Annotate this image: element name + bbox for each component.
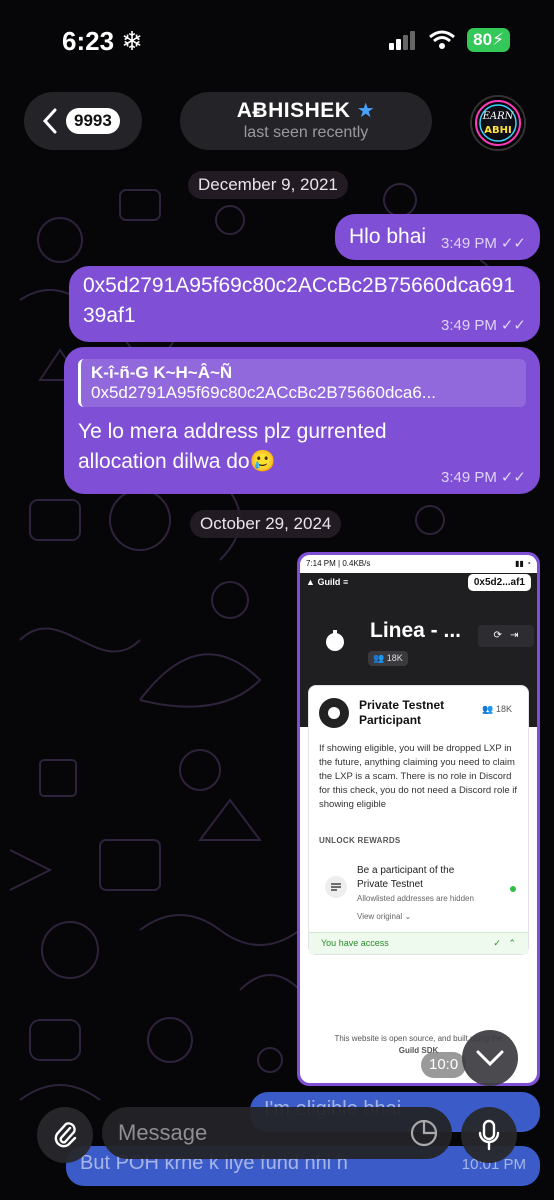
message-input-container bbox=[102, 1107, 452, 1159]
message-meta: 3:49 PM ✓✓ bbox=[440, 468, 526, 487]
double-check-icon: ✓✓ bbox=[500, 317, 526, 334]
guild-actions: ⟳ ⇥ bbox=[478, 625, 534, 647]
microphone-icon bbox=[478, 1119, 500, 1151]
chat-title[interactable]: AɃHISHEK ★ last seen recently bbox=[180, 92, 432, 150]
role-card: Private Testnet Participant 👥 18K If sho… bbox=[308, 685, 529, 955]
svg-text:ABHI: ABHI bbox=[484, 125, 511, 136]
reply-text: 0x5d2791A95f69c80c2ACcBc2B75660dca6... bbox=[91, 383, 436, 402]
contact-status: last seen recently bbox=[243, 124, 369, 141]
sticker-icon[interactable] bbox=[410, 1119, 438, 1147]
reply-author: K-î-ñ-G K~H~Â~Ñ bbox=[91, 363, 233, 382]
leave-icon: ⇥ bbox=[510, 630, 519, 641]
unread-count-badge: 9993 bbox=[66, 108, 120, 134]
role-icon bbox=[319, 698, 349, 728]
member-count: 👥 18K bbox=[368, 651, 408, 666]
image-message[interactable]: 7:14 PM | 0.4KB/s ▮▮ ◔ ▲ Guild ≡ 0x5d2...… bbox=[297, 552, 540, 1086]
premium-star-icon: ★ bbox=[356, 100, 376, 122]
svg-text:EARN: EARN bbox=[482, 111, 515, 122]
check-icon: ✓ ⌃ bbox=[493, 938, 516, 948]
requirement: Be a participant of the Private Testnet … bbox=[357, 864, 487, 924]
chevron-left-icon bbox=[42, 108, 57, 134]
microphone-button[interactable] bbox=[461, 1107, 517, 1163]
outgoing-message[interactable]: K-î-ñ-G K~H~Â~Ñ 0x5d2791A95f69c80c2ACcBc… bbox=[64, 347, 540, 494]
avatar-logo-icon: EARN ABHI bbox=[475, 100, 521, 146]
double-check-icon: ✓✓ bbox=[500, 469, 526, 486]
battery-indicator: 80⚡ bbox=[467, 28, 510, 52]
message-meta: 3:49 PM ✓✓ bbox=[440, 316, 526, 335]
screenshot-status-bar: 7:14 PM | 0.4KB/s ▮▮ ◔ bbox=[300, 555, 537, 573]
message-text: Ye lo mera address plz gurrented allocat… bbox=[78, 420, 387, 473]
wallet-address: 0x5d2...af1 bbox=[467, 573, 531, 591]
outgoing-message[interactable]: 0x5d2791A95f69c80c2ACcBc2B75660dca69139a… bbox=[69, 266, 540, 342]
message-meta: 3:49 PM ✓✓ bbox=[440, 234, 526, 253]
status-icons: ▮▮ ◔ bbox=[515, 559, 531, 568]
view-original-link: View original ⌄ bbox=[357, 912, 412, 921]
status-icons: 80⚡ bbox=[389, 28, 510, 52]
guild-nav: ▲ Guild ≡ 0x5d2...af1 bbox=[300, 573, 537, 591]
scroll-down-button[interactable] bbox=[462, 1030, 518, 1086]
guild-avatar-icon bbox=[326, 630, 344, 651]
paperclip-icon bbox=[54, 1122, 77, 1148]
guild-logo-icon: ▲ bbox=[306, 577, 315, 587]
guild-name: Linea - ... bbox=[370, 619, 462, 642]
members-icon: 👥 bbox=[373, 653, 385, 663]
list-icon bbox=[325, 876, 347, 898]
menu-icon: ≡ bbox=[342, 577, 349, 587]
refresh-icon: ⟳ bbox=[493, 630, 502, 641]
double-check-icon: ✓✓ bbox=[500, 235, 526, 252]
access-status: You have access ✓ ⌃ bbox=[309, 932, 528, 954]
outgoing-message[interactable]: Hlo bhai 3:49 PM ✓✓ bbox=[335, 214, 540, 260]
role-title: Private Testnet Participant bbox=[359, 698, 445, 727]
screenshot-image: 7:14 PM | 0.4KB/s ▮▮ ◔ ▲ Guild ≡ 0x5d2...… bbox=[300, 555, 537, 1083]
status-dot bbox=[510, 886, 516, 892]
message-input[interactable] bbox=[118, 1107, 388, 1159]
chevron-down-icon bbox=[476, 1050, 504, 1067]
reply-quote[interactable]: K-î-ñ-G K~H~Â~Ñ 0x5d2791A95f69c80c2ACcBc… bbox=[78, 359, 526, 407]
date-separator: October 29, 2024 bbox=[190, 510, 342, 538]
signal-icon bbox=[389, 31, 416, 50]
wifi-icon bbox=[429, 30, 456, 49]
status-time: 6:23 ❄ bbox=[62, 26, 144, 56]
charging-icon: ⚡ bbox=[492, 30, 504, 49]
date-separator: December 9, 2021 bbox=[188, 171, 348, 199]
back-button[interactable]: 9993 bbox=[24, 92, 142, 150]
contact-name: AɃHISHEK ★ bbox=[236, 99, 376, 122]
attach-button[interactable] bbox=[37, 1107, 93, 1163]
status-bar: 6:23 ❄ 80⚡ bbox=[0, 0, 554, 80]
image-timestamp: 10:0 bbox=[421, 1052, 467, 1078]
snowflake-icon: ❄ bbox=[121, 26, 144, 56]
role-member-count: 👥 18K bbox=[482, 704, 512, 714]
role-description: If showing eligible, you will be dropped… bbox=[319, 743, 518, 810]
unlock-rewards-label: UNLOCK REWARDS bbox=[319, 836, 401, 845]
avatar[interactable]: EARN ABHI bbox=[470, 95, 526, 151]
